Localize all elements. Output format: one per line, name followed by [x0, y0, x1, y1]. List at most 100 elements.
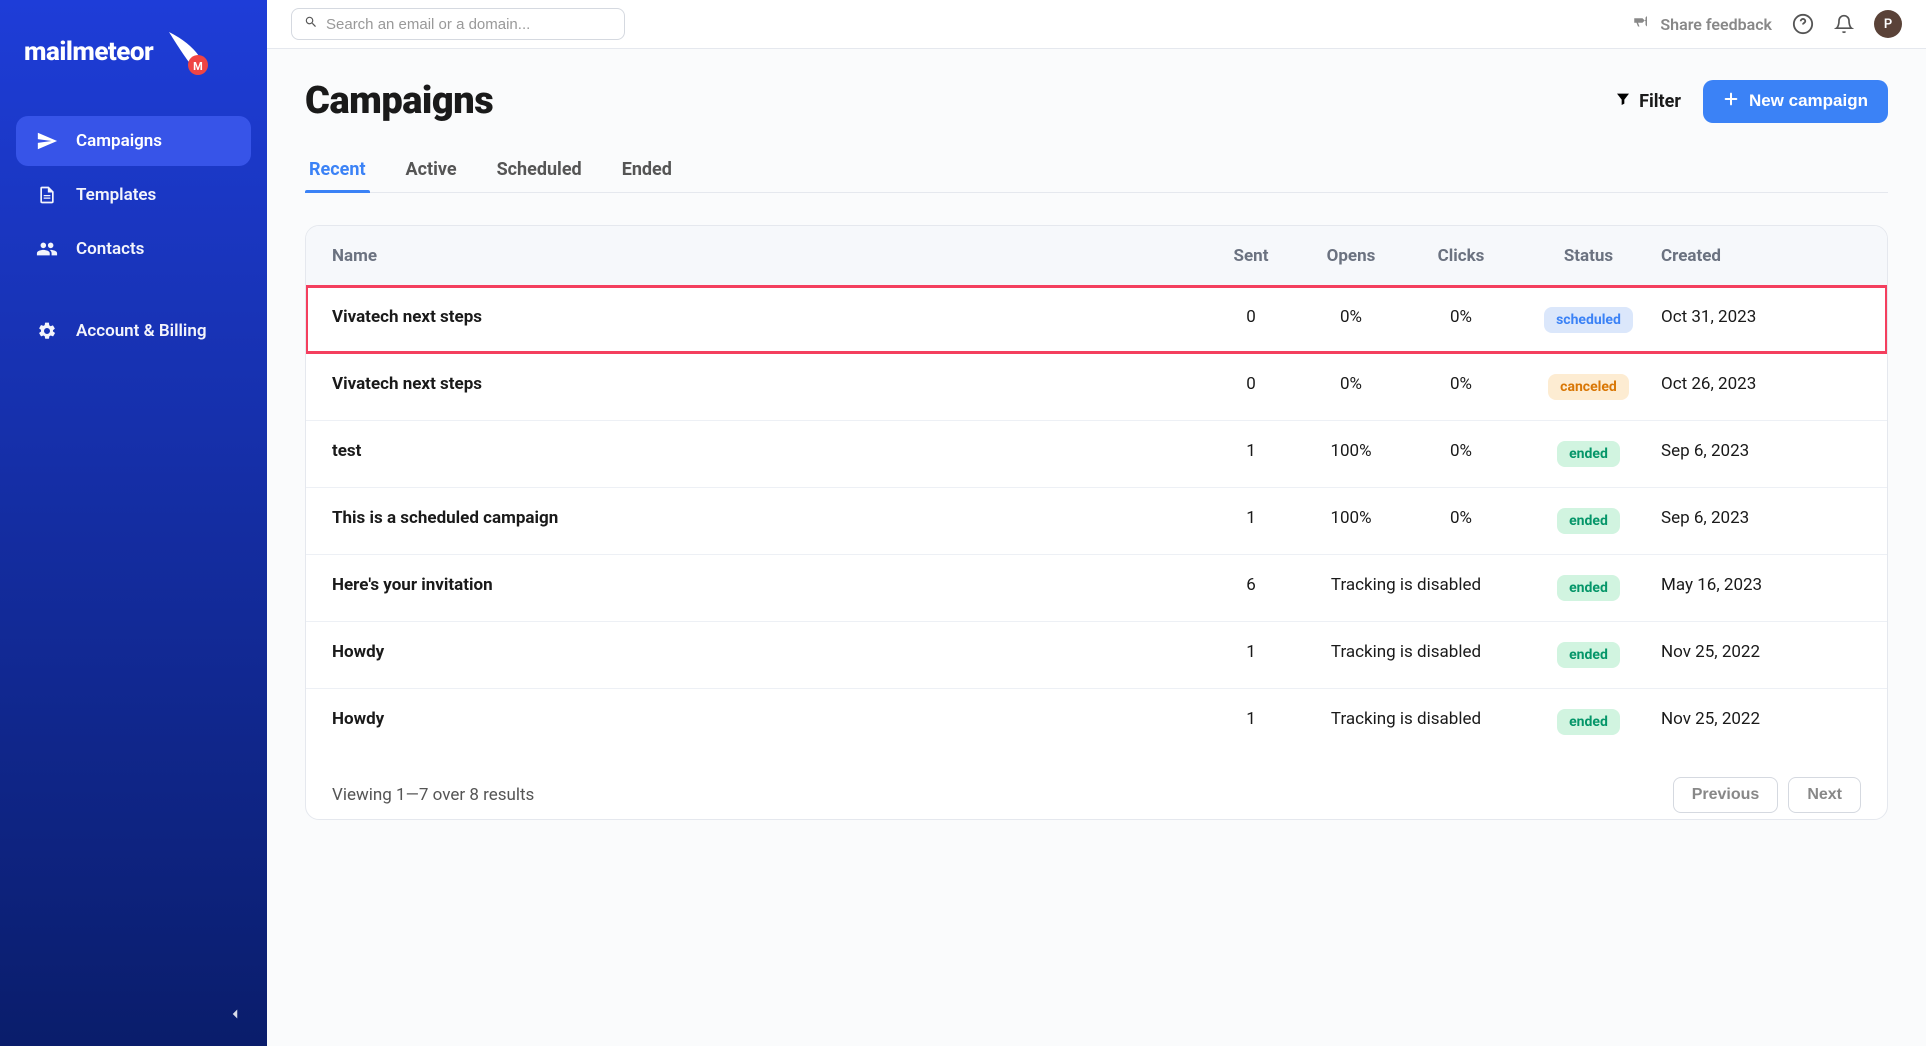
bell-icon[interactable] [1834, 14, 1854, 34]
campaign-sent: 0 [1206, 374, 1296, 400]
plus-icon [1723, 91, 1739, 112]
sidebar-item-label: Templates [76, 185, 156, 205]
search-icon [304, 15, 318, 33]
status-badge: ended [1557, 508, 1620, 534]
table-footer: Viewing 1—7 over 8 results Previous Next [306, 755, 1887, 819]
results-text: Viewing 1—7 over 8 results [332, 785, 534, 805]
sidebar-item-contacts[interactable]: Contacts [16, 224, 251, 274]
campaign-clicks: 0% [1406, 508, 1516, 534]
campaign-created: Sep 6, 2023 [1661, 441, 1861, 467]
campaign-created: Oct 31, 2023 [1661, 307, 1861, 333]
tabs: Recent Active Scheduled Ended [305, 151, 1888, 193]
campaign-sent: 1 [1206, 642, 1296, 668]
campaign-created: Nov 25, 2022 [1661, 709, 1861, 735]
user-avatar[interactable]: P [1874, 10, 1902, 38]
topbar: Share feedback P [267, 0, 1926, 49]
previous-button[interactable]: Previous [1673, 777, 1779, 813]
sidebar-item-label: Campaigns [76, 131, 162, 151]
file-icon [36, 184, 58, 206]
sidebar-item-label: Account & Billing [76, 320, 207, 342]
campaign-clicks: 0% [1406, 441, 1516, 467]
campaign-opens: 0% [1296, 374, 1406, 400]
table-row[interactable]: Vivatech next steps00%0%canceledOct 26, … [306, 353, 1887, 420]
col-sent: Sent [1206, 246, 1296, 266]
tracking-disabled-text: Tracking is disabled [1296, 575, 1516, 601]
campaign-status: canceled [1516, 374, 1661, 400]
tracking-disabled-text: Tracking is disabled [1296, 709, 1516, 735]
table-header: Name Sent Opens Clicks Status Created [306, 226, 1887, 286]
campaign-status: ended [1516, 575, 1661, 601]
main-content: Share feedback P Campaigns [267, 0, 1926, 1046]
campaign-sent: 1 [1206, 441, 1296, 467]
status-badge: ended [1557, 575, 1620, 601]
campaign-opens: 0% [1296, 307, 1406, 333]
sidebar-item-label: Contacts [76, 239, 144, 259]
campaign-clicks: 0% [1406, 374, 1516, 400]
table-row[interactable]: This is a scheduled campaign1100%0% ended… [306, 487, 1887, 554]
campaign-status: ended [1516, 709, 1661, 735]
campaign-sent: 1 [1206, 709, 1296, 735]
sidebar-item-campaigns[interactable]: Campaigns [16, 116, 251, 166]
campaigns-table: Name Sent Opens Clicks Status Created Vi… [305, 225, 1888, 820]
campaign-created: Nov 25, 2022 [1661, 642, 1861, 668]
table-row[interactable]: Vivatech next steps00%0%scheduledOct 31,… [306, 286, 1887, 353]
campaign-name: Howdy [332, 642, 1206, 668]
campaign-sent: 1 [1206, 508, 1296, 534]
tab-ended[interactable]: Ended [618, 151, 676, 192]
status-badge: scheduled [1544, 307, 1633, 333]
filter-button[interactable]: Filter [1611, 83, 1685, 120]
col-clicks: Clicks [1406, 246, 1516, 266]
sidebar-item-templates[interactable]: Templates [16, 170, 251, 220]
campaign-sent: 6 [1206, 575, 1296, 601]
people-icon [36, 238, 58, 260]
table-row[interactable]: Howdy1Tracking is disabledendedNov 25, 2… [306, 688, 1887, 755]
search-input[interactable] [326, 16, 612, 33]
feedback-label: Share feedback [1660, 15, 1772, 34]
campaign-opens: 100% [1296, 508, 1406, 534]
col-name: Name [332, 246, 1206, 266]
campaign-name: Vivatech next steps [332, 307, 1206, 333]
search-input-wrap[interactable] [291, 8, 625, 40]
filter-icon [1615, 91, 1631, 112]
campaign-created: Oct 26, 2023 [1661, 374, 1861, 400]
status-badge: ended [1557, 441, 1620, 467]
col-opens: Opens [1296, 246, 1406, 266]
filter-label: Filter [1639, 91, 1681, 112]
svg-text:M: M [193, 60, 203, 73]
campaign-clicks: 0% [1406, 307, 1516, 333]
campaign-status: ended [1516, 508, 1661, 534]
col-status: Status [1516, 246, 1661, 266]
campaign-name: This is a scheduled campaign [332, 508, 1206, 534]
brand-name: mailmeteor [24, 37, 153, 67]
tab-scheduled[interactable]: Scheduled [493, 151, 586, 192]
help-icon[interactable] [1792, 13, 1814, 35]
new-campaign-button[interactable]: New campaign [1703, 80, 1888, 123]
campaign-status: ended [1516, 441, 1661, 467]
megaphone-icon [1632, 13, 1650, 35]
campaign-name: Here's your invitation [332, 575, 1206, 601]
campaign-status: ended [1516, 642, 1661, 668]
campaign-opens: 100% [1296, 441, 1406, 467]
share-feedback-button[interactable]: Share feedback [1632, 13, 1772, 35]
page-title: Campaigns [305, 79, 493, 123]
send-icon [36, 130, 58, 152]
avatar-initial: P [1884, 17, 1892, 32]
status-badge: ended [1557, 642, 1620, 668]
campaign-name: Vivatech next steps [332, 374, 1206, 400]
table-row[interactable]: test1100%0% ended Sep 6, 2023 [306, 420, 1887, 487]
collapse-sidebar-button[interactable] [221, 1000, 249, 1028]
sidebar: mailmeteor M Campaigns Template [0, 0, 267, 1046]
meteor-icon: M [161, 28, 209, 76]
campaign-created: May 16, 2023 [1661, 575, 1861, 601]
table-row[interactable]: Here's your invitation6Tracking is disab… [306, 554, 1887, 621]
sidebar-item-account-billing[interactable]: Account & Billing [16, 306, 251, 356]
logo[interactable]: mailmeteor M [0, 0, 267, 116]
campaign-sent: 0 [1206, 307, 1296, 333]
status-badge: ended [1557, 709, 1620, 735]
tab-active[interactable]: Active [402, 151, 461, 192]
tab-recent[interactable]: Recent [305, 151, 370, 192]
table-row[interactable]: Howdy1Tracking is disabledendedNov 25, 2… [306, 621, 1887, 688]
next-button[interactable]: Next [1788, 777, 1861, 813]
campaign-name: test [332, 441, 1206, 467]
gear-icon [36, 320, 58, 342]
